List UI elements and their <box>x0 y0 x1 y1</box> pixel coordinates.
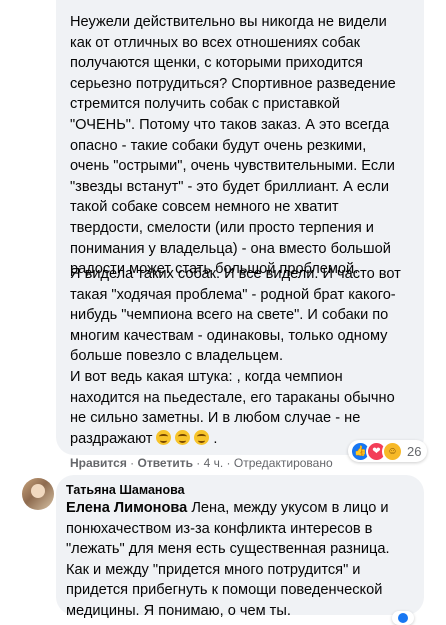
comment-paragraph: Я видела таких собак. И все видели. И ча… <box>70 264 420 449</box>
reply-link[interactable]: Ответить <box>138 456 193 470</box>
comment-actions: Нравится · Ответить · 4 ч. · Отредактиро… <box>70 456 333 470</box>
comment-trailing-text: . <box>209 430 218 447</box>
reply-reaction-badge[interactable] <box>392 611 414 625</box>
wink-emoji-icon <box>194 429 210 445</box>
comment-paragraph-text: Я видела таких собак. И все видели. И ча… <box>70 266 401 447</box>
thumbs-up-icon <box>398 613 408 623</box>
care-emoji-icon: ☺ <box>382 440 403 462</box>
comment-timestamp[interactable]: 4 ч. <box>204 456 224 470</box>
avatar[interactable] <box>22 478 54 510</box>
comment-author[interactable]: Татьяна Шаманова <box>66 483 185 497</box>
wink-emoji-icon <box>156 429 172 445</box>
reply-text: Елена Лимонова Лена, между укусом в лицо… <box>66 498 418 622</box>
reaction-count: 26 <box>407 443 422 459</box>
mention-link[interactable]: Елена Лимонова <box>66 500 187 516</box>
like-link[interactable]: Нравится <box>70 456 127 470</box>
reply-body: Лена, между укусом в лицо и понюхачество… <box>66 500 390 619</box>
reactions-summary[interactable]: 👍 ❤ ☺ 26 <box>348 440 428 462</box>
comment-paragraph: Неужели действительно вы никогда не виде… <box>70 14 396 278</box>
wink-emoji-icon <box>175 429 191 445</box>
edited-label: Отредактировано <box>233 456 333 470</box>
